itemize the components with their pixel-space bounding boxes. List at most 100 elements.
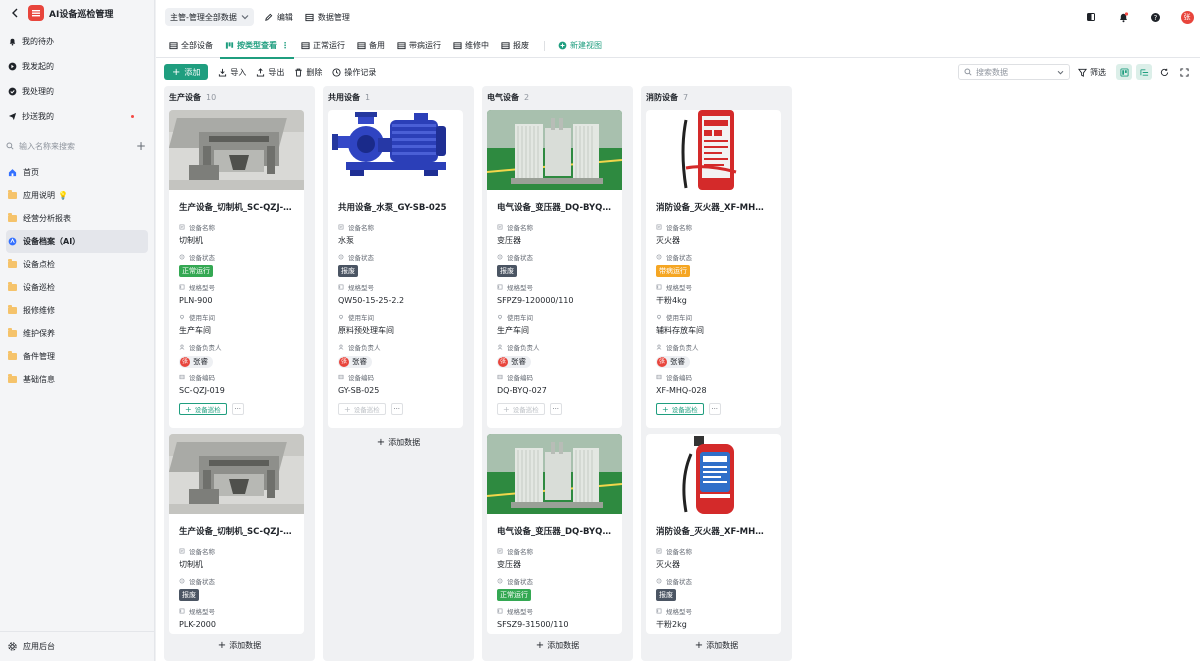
field-label-text: 规格型号 bbox=[189, 608, 215, 616]
tag-icon bbox=[497, 224, 503, 230]
export-button[interactable]: 导出 bbox=[256, 67, 284, 78]
view-tab[interactable]: 报废 bbox=[496, 34, 534, 58]
data-search-placeholder: 搜索数据 bbox=[976, 67, 1008, 77]
help-icon[interactable]: ? bbox=[1148, 10, 1162, 24]
sidebar-item[interactable]: 备件管理 bbox=[6, 345, 148, 368]
more-actions-icon[interactable]: ··· bbox=[231, 403, 244, 415]
model-icon bbox=[179, 284, 185, 290]
sidebar-nav-item[interactable]: 我发起的 bbox=[0, 54, 154, 79]
app-backend-link[interactable]: 应用后台 bbox=[0, 631, 154, 661]
field-label-text: 规格型号 bbox=[666, 608, 692, 616]
equipment-card[interactable]: 消防设备_灭火器_XF-MHQ-029 设备名称 灭火器 设备状态 报废 规格型号 干粉2k… bbox=[646, 434, 781, 634]
plus-icon: + bbox=[185, 404, 192, 414]
equipment-card[interactable]: 共用设备_水泵_GY-SB-025 设备名称 水泵 设备状态 报废 规格型号 QW50-15… bbox=[328, 110, 463, 428]
add-menu-plus-icon[interactable]: + bbox=[136, 140, 146, 152]
field-label: 设备状态 bbox=[497, 252, 612, 262]
inspect-button[interactable]: + 设备巡检 bbox=[497, 403, 545, 415]
sidebar-nav-item[interactable]: 我处理的 bbox=[0, 79, 154, 104]
import-label: 导入 bbox=[230, 67, 247, 77]
column-title: 电气设备 bbox=[487, 92, 519, 102]
edit-button[interactable]: 编辑 bbox=[264, 12, 293, 23]
card-actions: + 设备巡检 ··· bbox=[497, 403, 612, 415]
notification-bell-icon[interactable] bbox=[1116, 10, 1130, 24]
layout-toggle-icon[interactable] bbox=[1084, 10, 1098, 24]
permission-view-label: 主管-管理全部数据 bbox=[170, 12, 237, 22]
data-management-button[interactable]: 数据管理 bbox=[305, 12, 350, 23]
sidebar-item[interactable]: 设备点检 bbox=[6, 253, 148, 276]
inspect-button[interactable]: + 设备巡检 bbox=[179, 403, 227, 415]
view-tab[interactable]: 维修中 bbox=[448, 34, 494, 58]
more-actions-icon[interactable]: ··· bbox=[390, 403, 403, 415]
sidebar-item[interactable]: 设备档案（AI） bbox=[6, 230, 148, 253]
more-actions-icon[interactable]: ··· bbox=[708, 403, 721, 415]
equipment-card[interactable]: 消防设备_灭火器_XF-MHQ-028 设备名称 灭火器 设备状态 带病运行 规格型号 干粉… bbox=[646, 110, 781, 428]
refresh-icon[interactable] bbox=[1156, 64, 1172, 80]
view-tab[interactable]: 正常运行 bbox=[296, 34, 350, 58]
equipment-name: 水泵 bbox=[338, 236, 354, 245]
kanban-view-icon[interactable] bbox=[1116, 64, 1132, 80]
view-tab-label: 带病运行 bbox=[409, 41, 441, 50]
user-avatar-char: 张 bbox=[1180, 10, 1194, 24]
sidebar-search[interactable]: 输入名称来搜索 + bbox=[6, 135, 146, 157]
kanban-board: 生产设备 10 生产设备_切制机_SC-QZJ-019 设备名称 切制机 设备状态 正常运行… bbox=[164, 86, 1200, 661]
operation-log-button[interactable]: 操作记录 bbox=[332, 67, 376, 78]
more-actions-icon[interactable]: ··· bbox=[549, 403, 562, 415]
fullscreen-icon[interactable] bbox=[1176, 64, 1192, 80]
view-tab[interactable]: 备用 bbox=[352, 34, 390, 58]
sidebar-item[interactable]: 经营分析报表 bbox=[6, 207, 148, 230]
inspect-button[interactable]: + 设备巡检 bbox=[656, 403, 704, 415]
card-title[interactable]: 生产设备_切制机_SC-QZJ-020 bbox=[169, 525, 304, 537]
add-data-button[interactable]: + 添加数据 bbox=[164, 637, 315, 653]
tab-more-icon[interactable]: ⋮ bbox=[281, 41, 289, 50]
sidebar-item[interactable]: 首页 bbox=[6, 161, 148, 184]
equipment-card[interactable]: 电气设备_变压器_DQ-BYQ-027 设备名称 变压器 设备状态 报废 规格型号 SFPZ… bbox=[487, 110, 622, 428]
back-arrow-icon[interactable] bbox=[8, 6, 22, 20]
filter-button[interactable]: 筛选 bbox=[1078, 67, 1106, 78]
owner-name: 张睿 bbox=[193, 357, 208, 366]
sidebar-item-label: 经营分析报表 bbox=[23, 214, 71, 223]
status-badge: 报废 bbox=[656, 589, 676, 601]
field-label-text: 设备编码 bbox=[507, 374, 533, 382]
card-title[interactable]: 共用设备_水泵_GY-SB-025 bbox=[328, 201, 463, 213]
sidebar-item[interactable]: 维护保养 bbox=[6, 322, 148, 345]
add-data-button[interactable]: + 添加数据 bbox=[641, 637, 792, 653]
app-backend-label: 应用后台 bbox=[23, 642, 55, 651]
field-label: 设备名称 bbox=[497, 546, 612, 556]
data-search-input[interactable]: 搜索数据 bbox=[958, 64, 1070, 80]
card-title[interactable]: 电气设备_变压器_DQ-BYQ-027 bbox=[487, 201, 622, 213]
sidebar-item[interactable]: 报修维修 bbox=[6, 299, 148, 322]
inspect-label: 设备巡检 bbox=[353, 406, 380, 414]
field-label: 规格型号 bbox=[656, 282, 771, 292]
card-title[interactable]: 消防设备_灭火器_XF-MHQ-029 bbox=[646, 525, 781, 537]
card-title[interactable]: 生产设备_切制机_SC-QZJ-019 bbox=[169, 201, 304, 213]
field-label: 设备负责人 bbox=[179, 342, 294, 352]
view-tab[interactable]: 全部设备 bbox=[164, 34, 218, 58]
sidebar-nav-item[interactable]: 抄送我的 bbox=[0, 104, 154, 129]
group-settings-icon[interactable] bbox=[1136, 64, 1152, 80]
field-label-text: 使用车间 bbox=[666, 314, 692, 322]
add-button[interactable]: + 添加 bbox=[164, 64, 209, 80]
equipment-card[interactable]: 电气设备_变压器_DQ-BYQ-028 设备名称 变压器 设备状态 正常运行 规格型号 SF… bbox=[487, 434, 622, 634]
equipment-card[interactable]: 生产设备_切制机_SC-QZJ-020 设备名称 切制机 设备状态 报废 规格型号 PLK-… bbox=[169, 434, 304, 634]
import-button[interactable]: 导入 bbox=[218, 67, 246, 78]
sidebar-nav-item[interactable]: 我的待办 bbox=[0, 29, 154, 54]
card-title[interactable]: 电气设备_变压器_DQ-BYQ-028 bbox=[487, 525, 622, 537]
new-view-button[interactable]: 新建视图 bbox=[553, 34, 607, 58]
sidebar-item[interactable]: 应用说明 💡 bbox=[6, 184, 148, 207]
sidebar-item[interactable]: 设备巡检 bbox=[6, 276, 148, 299]
view-tab[interactable]: 按类型查看 ⋮ bbox=[220, 34, 294, 59]
permission-view-select[interactable]: 主管-管理全部数据 bbox=[165, 8, 254, 26]
equipment-card[interactable]: 生产设备_切制机_SC-QZJ-019 设备名称 切制机 设备状态 正常运行 规格型号 PL… bbox=[169, 110, 304, 428]
field-label-text: 使用车间 bbox=[348, 314, 374, 322]
user-avatar[interactable]: 张 bbox=[1180, 10, 1194, 24]
card-title[interactable]: 消防设备_灭火器_XF-MHQ-028 bbox=[646, 201, 781, 213]
delete-button[interactable]: 删除 bbox=[294, 67, 322, 78]
inspect-button[interactable]: + 设备巡检 bbox=[338, 403, 386, 415]
add-data-button[interactable]: + 添加数据 bbox=[482, 637, 633, 653]
equipment-photo bbox=[487, 110, 622, 190]
sidebar-item[interactable]: 基础信息 bbox=[6, 368, 148, 391]
folder-icon bbox=[8, 351, 17, 360]
view-tab[interactable]: 带病运行 bbox=[392, 34, 446, 58]
add-data-button[interactable]: + 添加数据 bbox=[323, 434, 474, 450]
equipment-photo bbox=[169, 110, 304, 190]
